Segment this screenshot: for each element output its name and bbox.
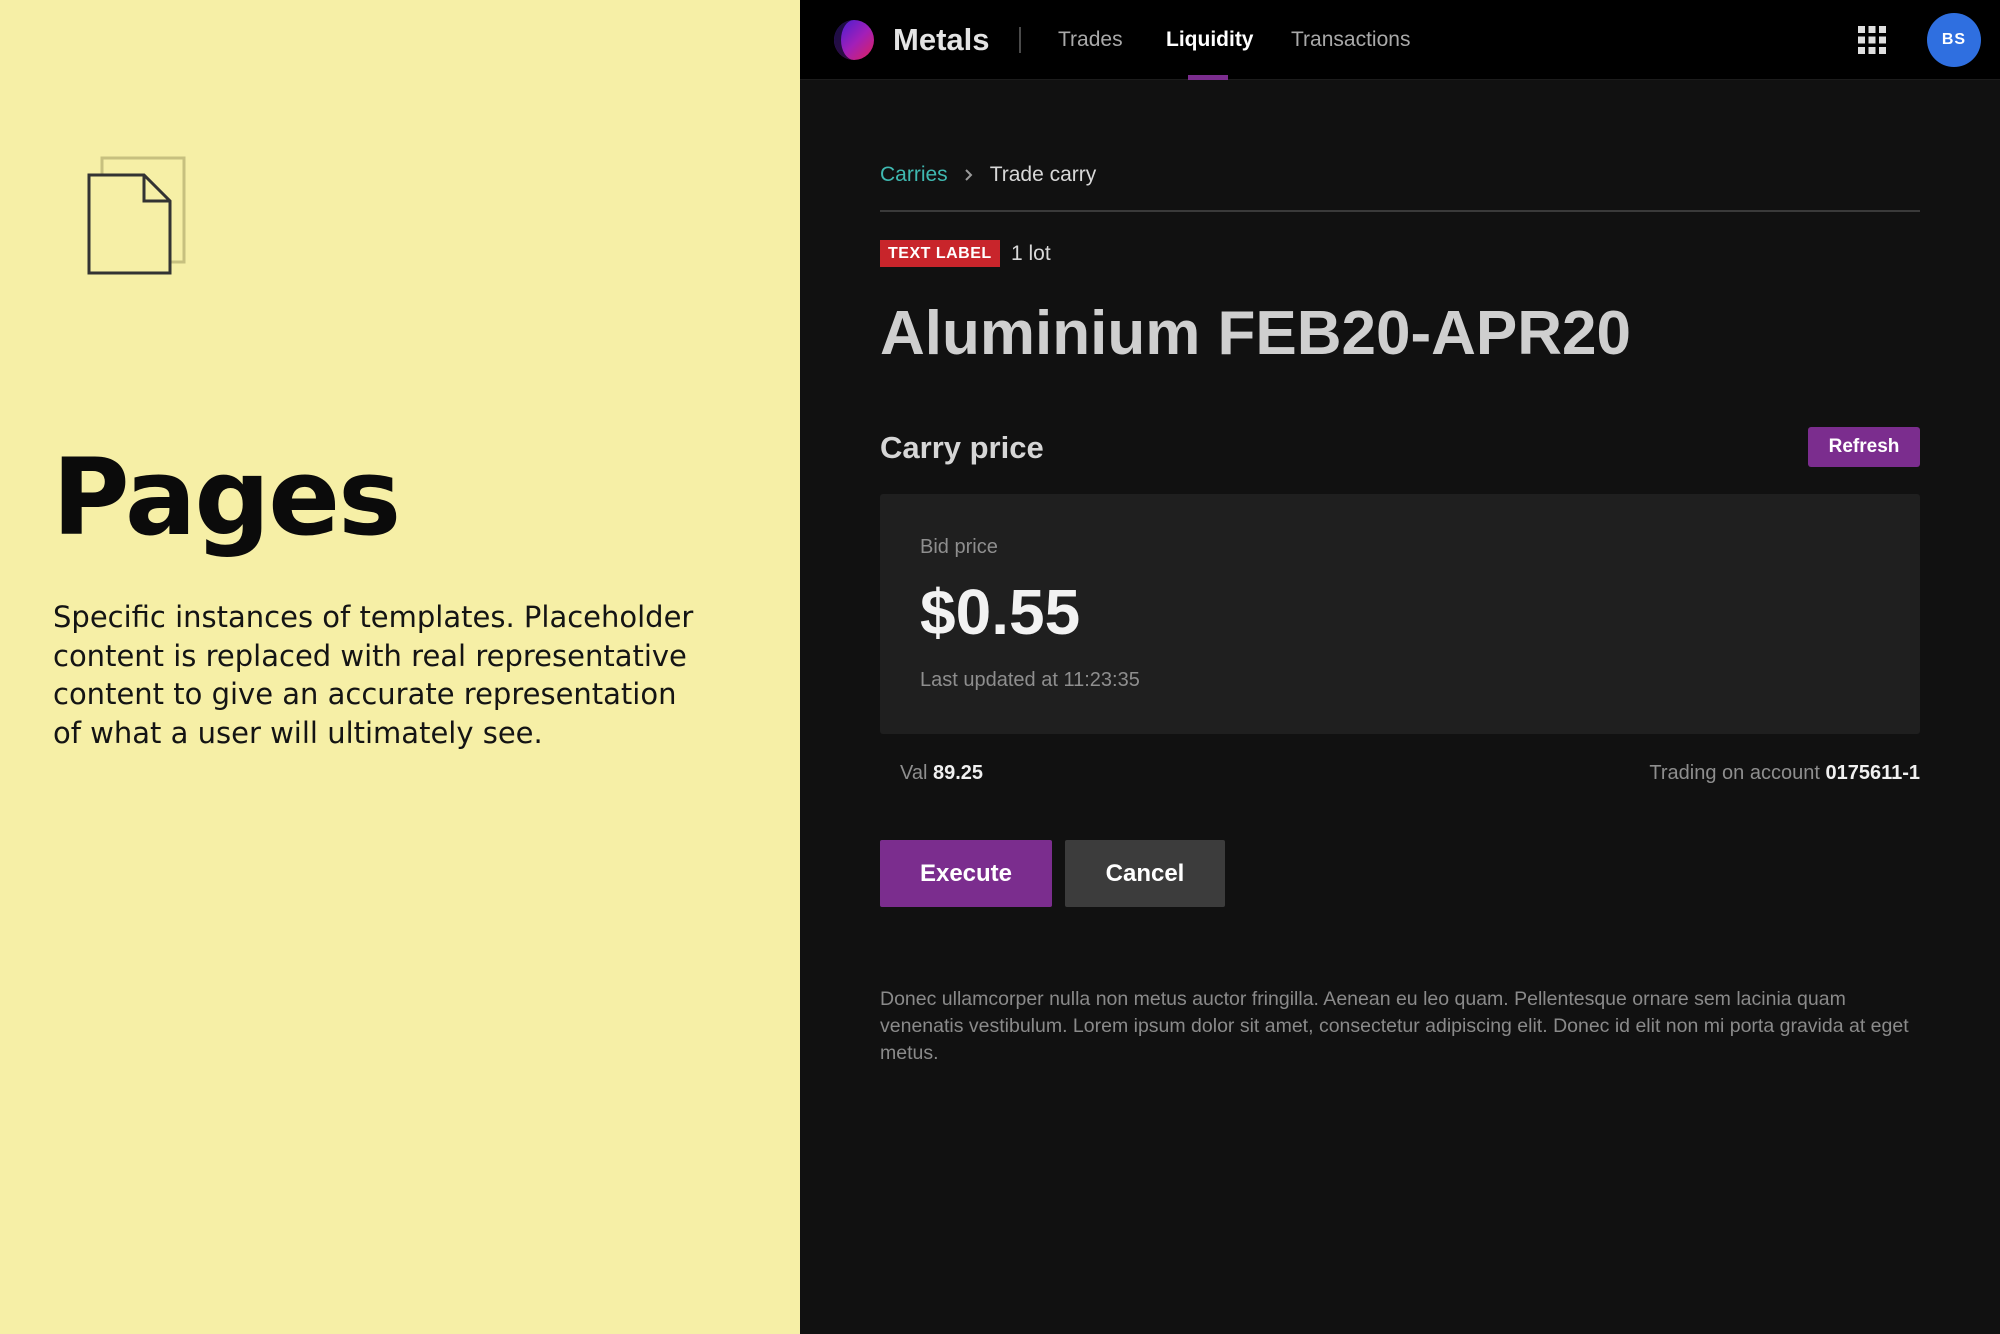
bid-price-value: $0.55: [920, 576, 1081, 648]
metals-logo-icon: [834, 20, 874, 60]
metals-app: Metals Trades Liquidity Transactions BS …: [800, 0, 2000, 1334]
nav-tab-transactions[interactable]: Transactions: [1291, 26, 1410, 54]
active-tab-indicator: [1188, 75, 1228, 80]
last-updated-text: Last updated at 11:23:35: [920, 669, 1140, 691]
status-tag: TEXT LABEL: [880, 240, 1000, 267]
lot-size: 1 lot: [1011, 242, 1051, 265]
intro-title: Pages: [52, 436, 401, 559]
footnote-text: Donec ullamcorper nulla non metus auctor…: [880, 988, 1909, 1064]
carry-price-heading: Carry price: [880, 430, 1044, 465]
chevron-right-icon: [964, 169, 973, 181]
breadcrumb: Carries Trade carry: [880, 160, 1096, 190]
page-title: Aluminium FEB20-APR20: [880, 299, 1632, 368]
breadcrumb-current: Trade carry: [989, 163, 1097, 186]
nav-tab-liquidity[interactable]: Liquidity: [1166, 26, 1254, 54]
refresh-button[interactable]: Refresh: [1808, 427, 1920, 467]
val-label: Val: [900, 762, 928, 784]
header-divider: [1019, 27, 1021, 53]
pages-intro-panel: Pages Specific instances of templates. P…: [0, 0, 800, 1334]
top-navigation-bar: Metals Trades Liquidity Transactions BS: [800, 0, 2000, 80]
execute-button[interactable]: Execute: [880, 840, 1052, 907]
nav-tab-trades[interactable]: Trades: [1058, 26, 1123, 54]
bid-price-card: Bid price $0.55 Last updated at 11:23:35: [880, 494, 1920, 734]
bid-price-label: Bid price: [920, 536, 998, 558]
account-number: 0175611-1: [1825, 762, 1920, 784]
app-name: Metals: [893, 22, 990, 57]
breadcrumb-link-carries[interactable]: Carries: [880, 163, 948, 187]
breadcrumb-divider: [880, 210, 1920, 212]
val-info: Val 89.25: [900, 760, 983, 786]
user-avatar[interactable]: BS: [1927, 13, 1981, 67]
document-stack-icon: [87, 156, 186, 275]
val-value: 89.25: [932, 762, 984, 784]
grid-icon[interactable]: [1857, 25, 1887, 55]
account-label: Trading on account: [1649, 762, 1820, 784]
intro-description: Specific instances of templates. Placeho…: [53, 600, 694, 750]
account-info: Trading on account 0175611-1: [1649, 760, 1920, 786]
cancel-button[interactable]: Cancel: [1065, 840, 1225, 907]
